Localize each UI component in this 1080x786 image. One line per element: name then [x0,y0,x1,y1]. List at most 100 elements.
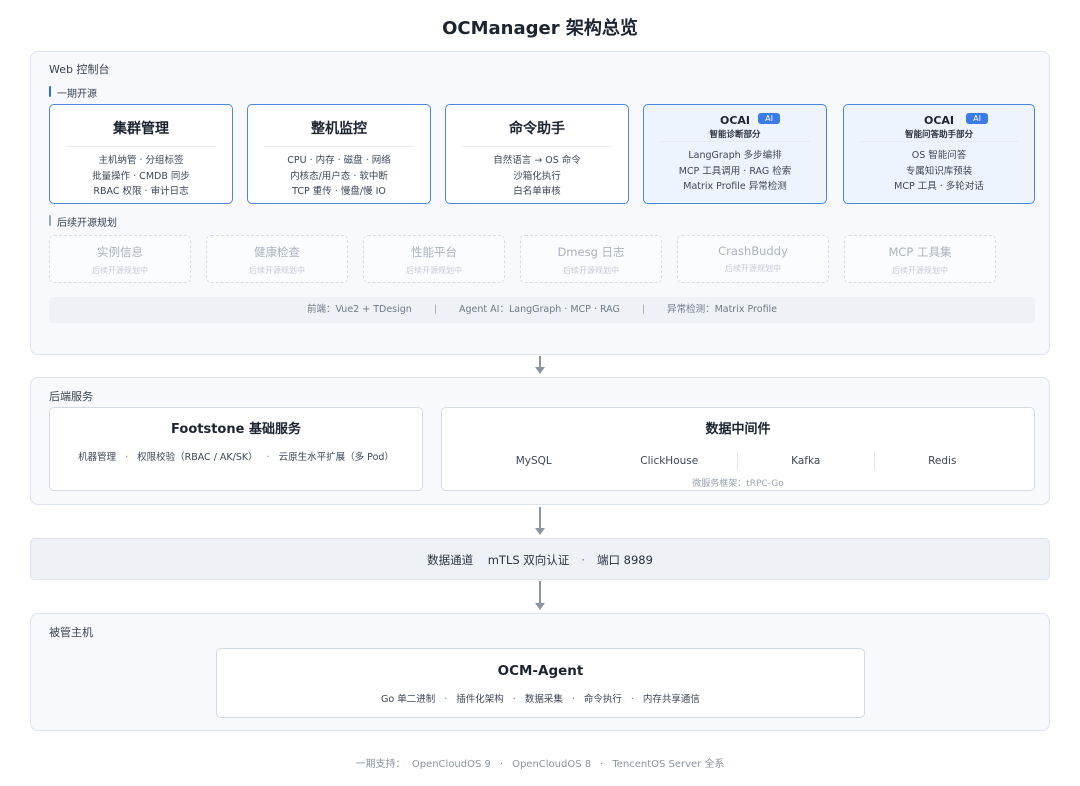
middleware-item-kafka: Kafka [737,452,874,470]
card-ocai-qa-assistant[interactable]: OCAI AI 智能问答助手部分 OS 智能问答 专属知识库预装 MCP 工具 … [843,104,1035,204]
card-command-assistant[interactable]: 命令助手 自然语言 → OS 命令 沙箱化执行 白名单审核 [445,104,629,204]
ai-card-header: OCAI AI 智能诊断部分 [644,105,826,140]
future-item-status: 后续开源规划中 [725,264,781,273]
footer-prefix: 一期支持： [355,759,406,770]
footstone-item: 机器管理 [78,452,117,463]
future-item-instance-info: 实例信息 后续开源规划中 [49,235,191,283]
dot-separator: · [125,452,129,463]
card-line: RBAC 权限 · 审计日志 [93,186,189,197]
ai-badge: AI [966,113,988,124]
dot-separator: · [266,452,270,463]
middleware-item-mysql: MySQL [515,455,552,467]
card-machine-monitoring[interactable]: 整机监控 CPU · 内存 · 磁盘 · 网络 内核态/用户态 · 软中断 TC… [247,104,431,204]
tech-agent-ai: Agent AI：LangGraph · MCP · RAG [459,304,620,315]
future-item-status: 后续开源规划中 [249,266,305,275]
card-cluster-management[interactable]: 集群管理 主机纳管 · 分组标签 批量操作 · CMDB 同步 RBAC 权限 … [49,104,233,204]
data-middleware-box[interactable]: 数据中间件 MySQL ClickHouse Kafka Redis 微服务框架… [441,407,1035,491]
card-line: MCP 工具调用 · RAG 检索 [678,165,792,177]
footstone-items: 机器管理 · 权限校验（RBAC / AK/SK） · 云原生水平扩展（多 Pod） [50,449,422,463]
layer-label-web: Web 控制台 [49,63,110,76]
footer-os: OpenCloudOS 9 [411,759,491,770]
dot-separator: · [581,553,585,567]
footstone-item: 云原生水平扩展（多 Pod） [278,452,394,463]
future-item-title: 性能平台 [411,245,457,259]
future-label: 后续开源规划 [49,214,117,229]
tech-anomaly-detection: 异常检测：Matrix Profile [667,304,778,315]
card-line: LangGraph 多步编排 [688,150,782,161]
dot-separator: · [571,694,575,705]
tech-separator: | [433,304,438,315]
agent-feature: 插件化架构 [456,694,504,705]
agent-title: OCM-Agent [497,663,584,679]
card-line: 主机纳管 · 分组标签 [98,155,184,166]
supported-os-footer: 一期支持： OpenCloudOS 9 · OpenCloudOS 8 · Tencen… [0,755,1080,770]
card-ocai-diagnosis[interactable]: OCAI AI 智能诊断部分 LangGraph 多步编排 MCP 工具调用 ·… [643,104,827,204]
middleware-item-clickhouse: ClickHouse [640,455,699,467]
footstone-service-box[interactable]: Footstone 基础服务 机器管理 · 权限校验（RBAC / AK/SK） · 云… [49,407,423,491]
future-item-title: MCP 工具集 [888,245,952,259]
page-title: OCManager 架构总览 [442,18,638,39]
card-title: OCAI [923,114,955,127]
middleware-item-redis: Redis [873,452,1011,470]
middleware-framework-note: 微服务框架：tRPC-Go [692,479,784,489]
data-channel-bar: 数据通道 mTLS 双向认证 · 端口 8989 [30,538,1050,580]
card-line: OS 智能问答 [911,150,967,161]
dot-separator: · [499,759,504,770]
card-divider [264,146,414,147]
future-item-title: Dmesg 日志 [557,245,625,259]
footstone-item: 权限校验（RBAC / AK/SK） [137,452,258,463]
channel-port: 端口 8989 [596,553,653,567]
dot-separator: · [630,694,634,705]
arrow-down-icon [535,356,545,374]
arrow-down-icon [535,507,545,535]
ocm-agent-box[interactable]: OCM-Agent Go 单二进制 · 插件化架构 · 数据采集 · 命令执行 · 内存共享通信 [216,648,865,718]
managed-host-layer: 被管主机 OCM-Agent Go 单二进制 · 插件化架构 · 数据采集 · 命令执行 · 内… [30,613,1050,731]
card-subtitle: 智能诊断部分 [709,130,761,140]
tech-stack-bar: 前端：Vue2 + TDesign | Agent AI：LangGraph · M… [49,297,1035,323]
channel-auth: mTLS 双向认证 [487,553,570,567]
card-title: 命令助手 [509,121,565,137]
card-line: CPU · 内存 · 磁盘 · 网络 [287,155,391,166]
agent-feature: 内存共享通信 [642,694,700,705]
future-item-title: 健康检查 [254,245,300,259]
future-item-status: 后续开源规划中 [563,266,619,275]
footer-os: TencentOS Server 全系 [612,759,725,770]
ai-card-header: OCAI AI 智能问答助手部分 [844,105,1034,140]
web-console-layer: Web 控制台 一期开源 集群管理 主机纳管 · 分组标签 批量操作 · CMD… [30,51,1050,355]
dot-separator: · [512,694,516,705]
card-line: MCP 工具 · 多轮对话 [894,181,984,192]
card-line: Matrix Profile 异常检测 [683,181,787,192]
agent-feature: 数据采集 [524,694,563,705]
future-item-mcp-toolset: MCP 工具集 后续开源规划中 [844,235,996,283]
card-divider [66,146,216,147]
footer-os: OpenCloudOS 8 [512,759,592,770]
card-line: TCP 重传 · 慢盘/慢 IO [292,186,386,197]
future-item-title: 实例信息 [97,245,143,259]
tech-separator: | [641,304,646,315]
agent-feature: Go 单二进制 [381,694,436,705]
card-divider [860,141,1018,142]
middleware-items: MySQL ClickHouse Kafka Redis [466,452,1010,470]
agent-features: Go 单二进制 · 插件化架构 · 数据采集 · 命令执行 · 内存共享通信 [217,691,864,705]
channel-label: 数据通道 [427,553,474,567]
future-item-status: 后续开源规划中 [892,266,948,275]
agent-feature: 命令执行 [583,694,622,705]
backend-layer: 后端服务 Footstone 基础服务 机器管理 · 权限校验（RBAC / AK/… [30,377,1050,505]
card-title: 集群管理 [113,121,169,137]
future-item-crashbuddy: CrashBuddy 后续开源规划中 [677,235,829,283]
card-divider [462,146,612,147]
dot-separator: · [444,694,448,705]
arrow-down-icon [535,581,545,610]
card-title: 整机监控 [311,121,367,137]
card-line: 白名单审核 [513,186,561,197]
card-divider [660,141,810,142]
card-line: 专属知识库预装 [905,165,973,177]
layer-label-host: 被管主机 [49,626,93,639]
footstone-title: Footstone 基础服务 [171,422,301,437]
card-line: 自然语言 → OS 命令 [493,155,581,166]
card-line: 沙箱化执行 [513,170,561,182]
card-line: 内核态/用户态 · 软中断 [290,170,388,182]
card-title: OCAI [719,114,751,127]
future-item-performance-platform: 性能平台 后续开源规划中 [363,235,505,283]
card-subtitle: 智能问答助手部分 [904,130,973,140]
